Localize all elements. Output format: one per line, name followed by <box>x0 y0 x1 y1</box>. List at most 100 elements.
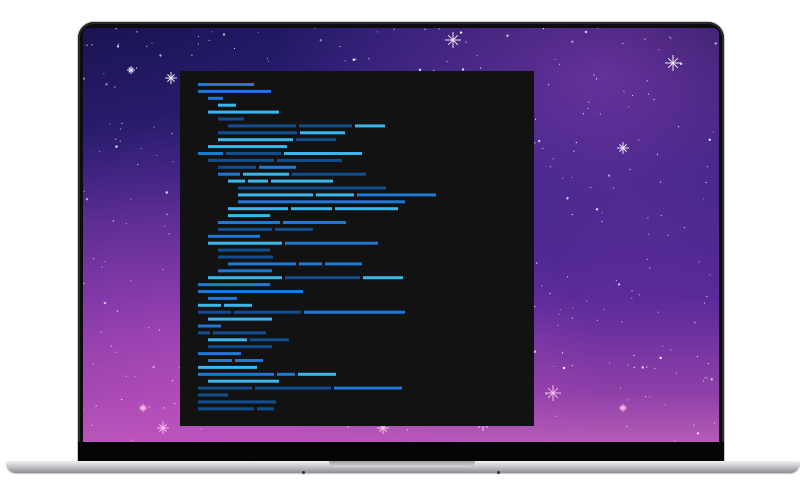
star <box>573 150 575 152</box>
code-token <box>198 324 221 328</box>
star <box>582 113 585 115</box>
star <box>119 128 122 130</box>
star <box>601 212 603 214</box>
code-token <box>213 331 266 335</box>
code-token <box>208 317 272 321</box>
star <box>555 415 557 417</box>
star <box>584 30 588 34</box>
star <box>376 31 379 33</box>
star <box>633 354 635 356</box>
star <box>393 28 395 30</box>
code-token <box>277 372 295 376</box>
star <box>112 220 114 222</box>
star <box>105 83 108 86</box>
star <box>162 268 164 271</box>
star <box>587 107 589 110</box>
star <box>136 31 138 33</box>
base-foot-left <box>302 471 305 474</box>
star <box>588 101 590 103</box>
star <box>152 365 155 369</box>
star <box>101 266 103 268</box>
star <box>148 326 150 328</box>
star <box>91 44 93 46</box>
star <box>114 351 117 353</box>
star <box>446 61 448 63</box>
star <box>125 375 127 377</box>
sparkle <box>617 142 629 154</box>
star <box>707 363 710 365</box>
code-token <box>300 131 345 135</box>
star <box>713 422 716 424</box>
star <box>197 43 199 45</box>
star <box>705 181 707 184</box>
code-token <box>218 248 270 252</box>
star <box>200 428 202 430</box>
star <box>164 225 166 227</box>
code-token <box>335 207 398 211</box>
star <box>465 41 467 43</box>
star <box>534 306 536 308</box>
star <box>658 49 660 51</box>
code-token <box>198 407 254 411</box>
star <box>633 366 635 368</box>
star <box>83 408 84 410</box>
code-token <box>255 386 331 390</box>
star <box>648 233 650 235</box>
star <box>104 261 106 263</box>
star <box>566 197 569 200</box>
code-token <box>234 310 301 314</box>
code-token <box>208 158 274 162</box>
code-token <box>218 227 272 231</box>
code-token <box>198 386 252 390</box>
star <box>683 227 686 229</box>
star <box>257 31 259 33</box>
star <box>92 258 95 260</box>
code-token <box>228 179 245 183</box>
code-token <box>198 303 221 307</box>
star <box>638 294 640 296</box>
code-token <box>198 152 223 155</box>
code-token <box>218 269 272 273</box>
star <box>355 58 357 60</box>
star <box>597 28 599 29</box>
code-token <box>218 165 256 169</box>
star <box>535 118 537 120</box>
star <box>631 290 633 292</box>
code-token <box>198 400 276 404</box>
code-token <box>299 262 322 266</box>
star <box>623 90 625 92</box>
star <box>83 190 85 192</box>
code-token <box>304 310 405 314</box>
code-token <box>283 221 346 224</box>
star <box>83 282 85 284</box>
star <box>538 139 541 143</box>
star <box>162 420 164 422</box>
star <box>153 126 155 128</box>
star <box>621 321 623 323</box>
star <box>211 31 213 33</box>
code-token <box>198 89 271 93</box>
code-token <box>357 193 436 197</box>
code-token <box>238 200 405 204</box>
star <box>558 313 560 315</box>
code-token <box>248 179 268 183</box>
code-token <box>296 138 336 142</box>
star <box>339 45 341 48</box>
star <box>571 364 573 367</box>
star <box>115 138 117 140</box>
sparkle <box>445 32 461 48</box>
star <box>575 142 577 144</box>
star <box>553 365 555 368</box>
star <box>116 45 120 48</box>
star <box>542 28 545 30</box>
code-token <box>299 124 352 128</box>
star <box>628 106 630 108</box>
star <box>267 60 269 62</box>
code-token <box>218 221 280 224</box>
star <box>629 168 631 171</box>
star <box>168 233 170 235</box>
code-token <box>208 338 247 342</box>
lid-opening-notch <box>329 461 475 467</box>
star <box>171 133 173 135</box>
star <box>561 352 564 354</box>
